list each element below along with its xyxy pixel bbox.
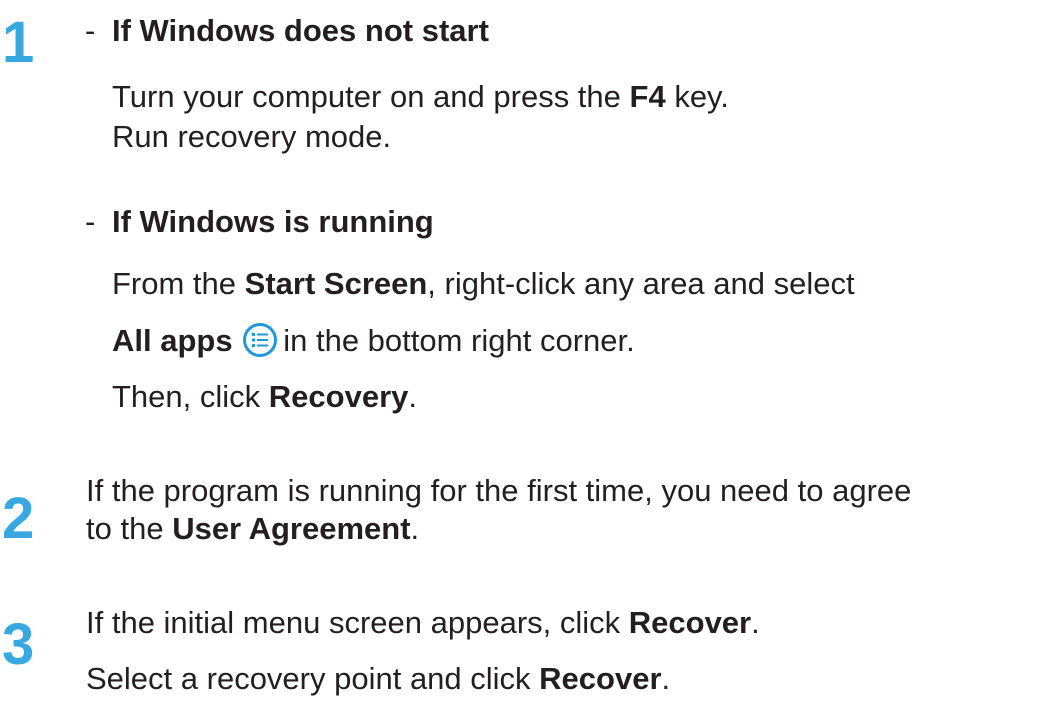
case-a-heading: If Windows does not start — [112, 13, 489, 48]
text: . — [751, 605, 760, 640]
step-number-1: 1 — [2, 10, 35, 75]
text: If the initial menu screen appears, clic… — [86, 605, 629, 640]
text: . — [661, 661, 671, 696]
text: Turn your computer on and press the — [112, 79, 630, 114]
step2-line1: If the program is running for the first … — [86, 473, 912, 508]
text: , right-click any area and select — [427, 266, 855, 301]
ui-term: User Agreement — [172, 511, 411, 546]
text: From the — [112, 266, 245, 301]
step-number-2: 2 — [2, 486, 35, 551]
case-b-line1: From the Start Screen, right-click any a… — [112, 265, 855, 302]
case-b-heading: If Windows is running — [112, 204, 434, 239]
all-apps-icon — [243, 323, 278, 357]
step2-line2: to the User Agreement. — [86, 510, 419, 547]
case-b-line3: Then, click Recovery. — [112, 378, 417, 415]
ui-term: Recover — [539, 661, 662, 696]
ui-term: Recover — [628, 605, 752, 640]
text: to the — [86, 511, 173, 546]
step-number-3: 3 — [2, 612, 35, 677]
case-b-dash: - — [85, 204, 96, 239]
case-a-line2: Run recovery mode. — [112, 119, 392, 154]
text: key. — [665, 79, 729, 114]
ui-term: Start Screen — [244, 266, 428, 301]
step3-line1: If the initial menu screen appears, clic… — [86, 604, 760, 641]
ui-term: All apps — [112, 323, 233, 358]
text: . — [410, 511, 420, 546]
text: Select a recovery point and click — [86, 661, 540, 696]
text: Then, click — [112, 379, 269, 414]
text: . — [408, 379, 417, 414]
key-name: F4 — [629, 79, 666, 114]
text: in the bottom right corner. — [283, 323, 635, 358]
case-a-dash: - — [85, 13, 96, 48]
case-a-line1: Turn your computer on and press the F4 k… — [112, 78, 729, 115]
case-b-line2: All apps in the bottom right corner. — [112, 322, 635, 359]
step3-line2: Select a recovery point and click Recove… — [86, 660, 670, 697]
ui-term: Recovery — [268, 379, 409, 414]
